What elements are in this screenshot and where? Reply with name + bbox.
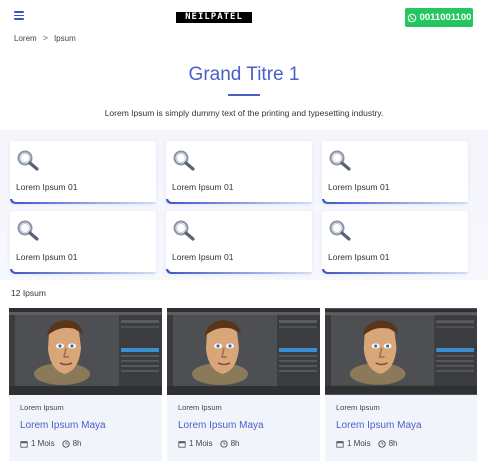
course-thumbnail xyxy=(9,308,162,395)
card-label: Lorem Ipsum 01 xyxy=(328,182,390,192)
breadcrumb: Lorem > Ipsum xyxy=(14,33,76,43)
breadcrumb-item[interactable]: Lorem xyxy=(14,34,37,43)
course-category: Lorem Ipsum xyxy=(178,403,222,412)
card-label: Lorem Ipsum 01 xyxy=(172,182,234,192)
magnifier-icon xyxy=(173,150,195,171)
calendar-icon xyxy=(20,440,28,448)
category-card[interactable]: Lorem Ipsum 01 xyxy=(166,211,312,274)
category-card[interactable]: Lorem Ipsum 01 xyxy=(322,141,468,204)
card-underline-mask xyxy=(168,198,312,202)
card-label: Lorem Ipsum 01 xyxy=(172,252,234,262)
course-meta: 1 Mois 8h xyxy=(178,439,239,448)
course-hours: 8h xyxy=(230,439,240,448)
title-divider xyxy=(228,94,260,96)
breadcrumb-item[interactable]: Ipsum xyxy=(54,34,76,43)
course-meta: 1 Mois 8h xyxy=(336,439,397,448)
course-hours: 8h xyxy=(388,439,398,448)
category-card[interactable]: Lorem Ipsum 01 xyxy=(10,211,156,274)
course-thumbnail xyxy=(167,308,320,395)
clock-icon xyxy=(61,439,70,448)
whatsapp-icon xyxy=(407,13,416,22)
page-subtitle: Lorem Ipsum is simply dummy text of the … xyxy=(104,108,384,118)
card-label: Lorem Ipsum 01 xyxy=(16,252,78,262)
course-thumbnail xyxy=(325,308,477,395)
header: NEILPATEL 0011001100 xyxy=(0,0,488,34)
course-title[interactable]: Lorem Ipsum Maya xyxy=(336,420,422,431)
category-card[interactable]: Lorem Ipsum 01 xyxy=(10,141,156,204)
hamburger-menu-icon[interactable] xyxy=(14,11,24,20)
card-label: Lorem Ipsum 01 xyxy=(16,182,78,192)
results-count: 12 Ipsum xyxy=(11,288,46,298)
category-card[interactable]: Lorem Ipsum 01 xyxy=(322,211,468,274)
breadcrumb-separator: > xyxy=(42,33,48,43)
course-hours: 8h xyxy=(72,439,82,448)
course-category: Lorem Ipsum xyxy=(336,403,380,412)
course-meta: 1 Mois 8h xyxy=(20,439,81,448)
clock-icon xyxy=(377,439,386,448)
logo[interactable]: NEILPATEL xyxy=(176,12,252,23)
course-card[interactable]: Lorem Ipsum Lorem Ipsum Maya 1 Mois 8h xyxy=(9,308,162,461)
magnifier-icon xyxy=(17,150,39,171)
course-duration: 1 Mois xyxy=(347,439,371,448)
course-duration: 1 Mois xyxy=(189,439,213,448)
calendar-icon xyxy=(336,440,344,448)
card-underline-mask xyxy=(324,268,468,272)
card-underline-mask xyxy=(12,268,156,272)
course-title[interactable]: Lorem Ipsum Maya xyxy=(178,420,264,431)
card-label: Lorem Ipsum 01 xyxy=(328,252,390,262)
course-card[interactable]: Lorem Ipsum Lorem Ipsum Maya 1 Mois 8h xyxy=(167,308,320,461)
category-card[interactable]: Lorem Ipsum 01 xyxy=(166,141,312,204)
card-underline-mask xyxy=(324,198,468,202)
page-title: Grand Titre 1 xyxy=(188,64,300,85)
whatsapp-phone-button[interactable]: 0011001100 xyxy=(405,8,473,27)
magnifier-icon xyxy=(17,220,39,241)
card-underline-mask xyxy=(12,198,156,202)
course-category: Lorem Ipsum xyxy=(20,403,64,412)
phone-number: 0011001100 xyxy=(419,12,472,23)
clock-icon xyxy=(219,439,228,448)
card-underline-mask xyxy=(168,268,312,272)
course-card[interactable]: Lorem Ipsum Lorem Ipsum Maya 1 Mois 8h xyxy=(325,308,477,461)
course-title[interactable]: Lorem Ipsum Maya xyxy=(20,420,106,431)
calendar-icon xyxy=(178,440,186,448)
magnifier-icon xyxy=(173,220,195,241)
course-duration: 1 Mois xyxy=(31,439,55,448)
magnifier-icon xyxy=(329,220,351,241)
magnifier-icon xyxy=(329,150,351,171)
